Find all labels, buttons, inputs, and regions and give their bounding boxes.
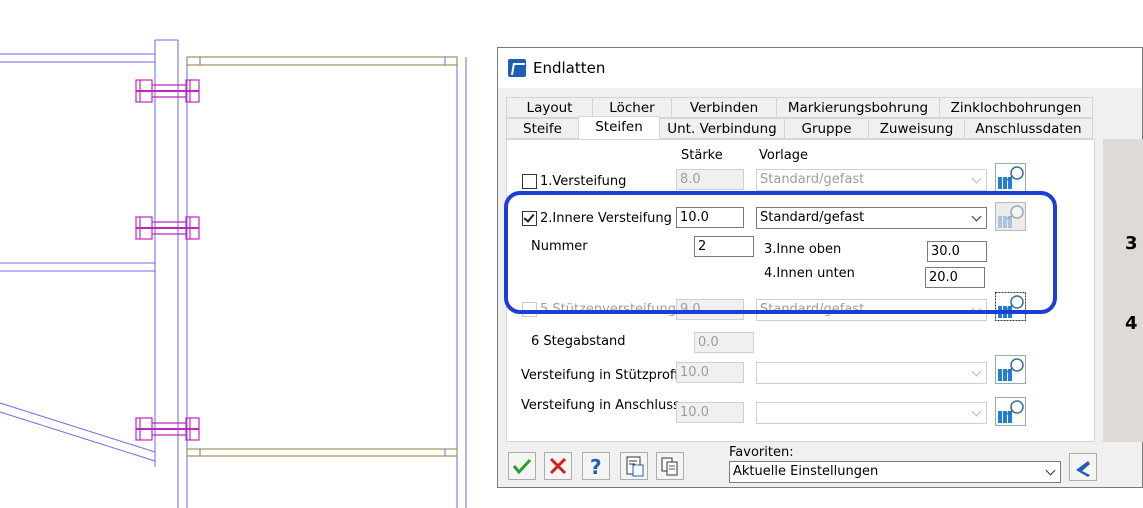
connection-template-select[interactable] (756, 402, 987, 424)
tab-loecher[interactable]: Löcher (592, 97, 672, 118)
header-template: Vorlage (759, 148, 809, 163)
svg-text:?: ? (590, 455, 602, 479)
dialog-title: Endlatten (533, 59, 606, 77)
tab-steifen[interactable]: Steifen (578, 116, 660, 140)
title-bar[interactable]: Endlatten (498, 48, 1142, 88)
load-icon (626, 456, 644, 477)
cancel-button[interactable] (544, 452, 572, 480)
help-icon: ? (590, 455, 602, 479)
tab-zuweisung[interactable]: Zuweisung (868, 118, 965, 139)
connection-input[interactable]: 10.0 (676, 402, 744, 423)
stiffener1-thickness[interactable]: 8.0 (676, 169, 744, 190)
cancel-icon (549, 457, 567, 475)
copy-icon (661, 457, 678, 476)
column-profile-label: Versteifung in Stützprofil (521, 368, 682, 383)
app-icon (508, 59, 526, 77)
web-distance-label: 6 Stegabstand (531, 334, 626, 349)
copy-button[interactable] (656, 452, 684, 480)
side-panel: 3 4 (1103, 139, 1143, 442)
library-icon[interactable] (995, 163, 1026, 192)
connection-label: Versteifung in Anschluss (521, 398, 680, 413)
stiffener1-checkbox[interactable] (522, 174, 537, 189)
favorites-apply-button[interactable] (1069, 453, 1097, 481)
column-profile-template-select[interactable] (756, 362, 987, 384)
column-profile-input[interactable]: 10.0 (676, 362, 744, 383)
ok-button[interactable] (508, 452, 536, 480)
library-icon[interactable] (995, 397, 1026, 426)
tab-steife[interactable]: Steife (506, 118, 579, 139)
stiffener1-template-select[interactable]: Standard/gefast (756, 169, 987, 191)
tab-zinklochbohrungen[interactable]: Zinklochbohrungen (939, 97, 1093, 118)
library-icon[interactable] (995, 355, 1026, 384)
tab-verbinden[interactable]: Verbinden (671, 97, 777, 118)
favorites-value: Aktuelle Einstellungen (733, 464, 879, 479)
load-button[interactable] (620, 452, 648, 480)
web-distance-input[interactable]: 0.0 (694, 332, 754, 353)
chevron-down-icon (971, 173, 982, 184)
header-thickness: Stärke (681, 148, 723, 163)
pointer-icon (1076, 461, 1090, 477)
tab-unt-verbindung[interactable]: Unt. Verbindung (659, 118, 785, 139)
chevron-down-icon (971, 366, 982, 377)
chevron-down-icon (971, 406, 982, 417)
stiffener1-template-value: Standard/gefast (760, 172, 865, 187)
favorites-label: Favoriten: (729, 445, 794, 460)
chevron-down-icon (1045, 465, 1056, 476)
help-button[interactable]: ? (582, 452, 610, 480)
cad-drawing[interactable] (0, 0, 500, 508)
side-number-4: 4 (1125, 313, 1138, 334)
tab-markierungsbohrung[interactable]: Markierungsbohrung (776, 97, 940, 118)
highlight-annotation (504, 191, 1057, 314)
tab-anschlussdaten[interactable]: Anschlussdaten (964, 118, 1093, 139)
favorites-select[interactable]: Aktuelle Einstellungen (729, 461, 1061, 483)
side-number-3: 3 (1125, 233, 1138, 254)
ok-icon (512, 458, 532, 475)
stiffener1-label: 1.Versteifung (540, 174, 627, 189)
tab-layout[interactable]: Layout (506, 97, 593, 118)
tab-gruppe[interactable]: Gruppe (784, 118, 869, 139)
